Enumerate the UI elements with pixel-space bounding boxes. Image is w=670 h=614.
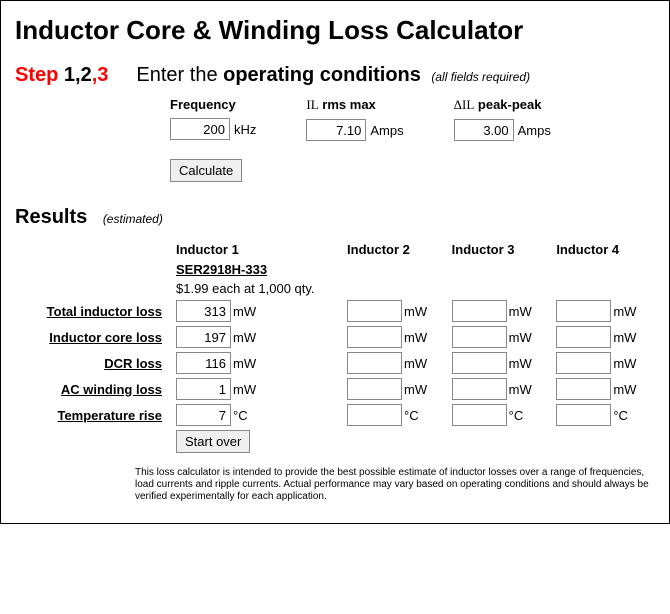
temp-1[interactable]: [176, 404, 231, 426]
core-1[interactable]: [176, 326, 231, 348]
core-4[interactable]: [556, 326, 611, 348]
step-indicator: Step 1,2,3: [15, 64, 108, 87]
col-header-3: Inductor 3: [446, 239, 551, 260]
dcr-4[interactable]: [556, 352, 611, 374]
temp-4[interactable]: [556, 404, 611, 426]
results-heading: Results (estimated): [15, 206, 655, 229]
step-instruction: Enter the operating conditions (all fiel…: [136, 64, 530, 87]
frequency-input[interactable]: [170, 118, 230, 140]
ac-3[interactable]: [452, 378, 507, 400]
frequency-unit: kHz: [234, 122, 256, 137]
total-2[interactable]: [347, 300, 402, 322]
ac-2[interactable]: [347, 378, 402, 400]
dcr-1[interactable]: [176, 352, 231, 374]
dcr-3[interactable]: [452, 352, 507, 374]
ac-4[interactable]: [556, 378, 611, 400]
core-3[interactable]: [452, 326, 507, 348]
row-label-ac: AC winding loss: [15, 376, 170, 402]
row-label-total: Total inductor loss: [15, 298, 170, 324]
dcr-2[interactable]: [347, 352, 402, 374]
frequency-label: Frequency: [170, 97, 256, 112]
ac-1[interactable]: [176, 378, 231, 400]
temp-3[interactable]: [452, 404, 507, 426]
delta-il-field: ΔIL peak-peak Amps: [454, 97, 551, 141]
part-link-1[interactable]: SER2918H-333: [176, 262, 267, 277]
row-label-dcr: DCR loss: [15, 350, 170, 376]
il-input[interactable]: [306, 119, 366, 141]
disclaimer-text: This loss calculator is intended to prov…: [135, 467, 655, 503]
delta-il-label: ΔIL peak-peak: [454, 97, 551, 113]
part-price-1: $1.99 each at 1,000 qty.: [170, 279, 341, 298]
total-4[interactable]: [556, 300, 611, 322]
col-header-2: Inductor 2: [341, 239, 446, 260]
start-over-button[interactable]: Start over: [176, 430, 250, 453]
delta-il-input[interactable]: [454, 119, 514, 141]
frequency-field: Frequency kHz: [170, 97, 256, 141]
il-field: IL rms max Amps: [306, 97, 403, 141]
results-table: Inductor 1 Inductor 2 Inductor 3 Inducto…: [15, 239, 655, 455]
page-title: Inductor Core & Winding Loss Calculator: [15, 15, 655, 46]
row-label-temp: Temperature rise: [15, 402, 170, 428]
total-1[interactable]: [176, 300, 231, 322]
col-header-1: Inductor 1: [170, 239, 341, 260]
il-unit: Amps: [370, 123, 403, 138]
core-2[interactable]: [347, 326, 402, 348]
delta-il-unit: Amps: [518, 123, 551, 138]
col-header-4: Inductor 4: [550, 239, 655, 260]
row-label-core: Inductor core loss: [15, 324, 170, 350]
total-3[interactable]: [452, 300, 507, 322]
il-label: IL rms max: [306, 97, 403, 113]
calculate-button[interactable]: Calculate: [170, 159, 242, 182]
temp-2[interactable]: [347, 404, 402, 426]
